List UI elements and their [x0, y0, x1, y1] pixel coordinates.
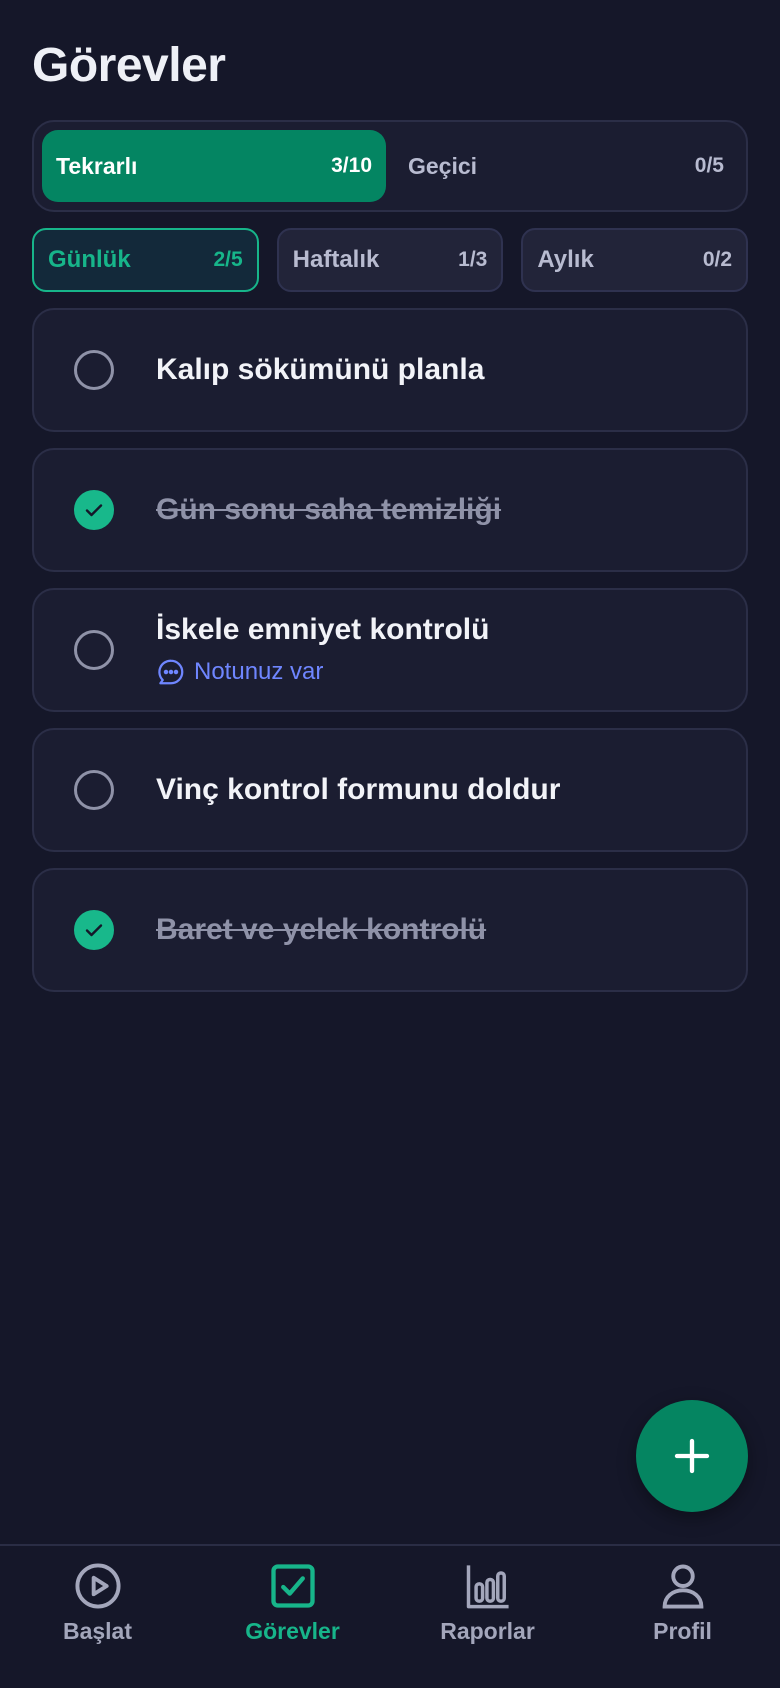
chip-label: Haftalık	[292, 246, 380, 273]
add-task-button[interactable]	[636, 1400, 748, 1512]
task-note-label: Notunuz var	[194, 658, 324, 685]
chip-count: 0/2	[702, 248, 733, 271]
task-title: Vinç kontrol formunu doldur	[156, 773, 561, 806]
chip-count: 2/5	[213, 248, 243, 271]
chip-count: 1/3	[458, 248, 488, 271]
user-icon	[662, 1564, 703, 1609]
bottom-navigation: Başlat Görevler Raporlar Profil	[0, 1544, 780, 1688]
task-title: İskele emniyet kontrolü	[156, 613, 490, 646]
plus-icon	[674, 1438, 710, 1474]
checkbox-unchecked-icon[interactable]	[74, 350, 114, 390]
chip-label: Aylık	[537, 246, 594, 273]
nav-label: Görevler	[245, 1618, 340, 1644]
frequency-filter: Günlük 2/5 Haftalık 1/3 Aylık 0/2	[32, 228, 749, 292]
chip-monthly[interactable]: Aylık 0/2	[521, 228, 749, 292]
checkbox-unchecked-icon[interactable]	[74, 770, 114, 810]
checkbox-unchecked-icon[interactable]	[74, 630, 114, 670]
segment-tab-count: 0/5	[694, 154, 724, 177]
chat-bubble-icon	[158, 659, 184, 685]
play-icon	[74, 1563, 121, 1609]
checkbox-checked-icon[interactable]	[74, 490, 114, 530]
task-note[interactable]: Notunuz var	[156, 657, 726, 687]
checkbox-checked-icon[interactable]	[74, 910, 114, 950]
nav-label: Profil	[653, 1618, 712, 1644]
task-item[interactable]: İskele emniyet kontrolü Notunuz var	[32, 588, 748, 712]
tasks-screen: Görevler Tekrarlı 3/10 Geçici 0/5 Günlük…	[0, 0, 780, 1688]
chip-daily[interactable]: Günlük 2/5	[32, 228, 259, 292]
nav-item-start[interactable]: Başlat	[0, 1546, 195, 1688]
task-type-segmented-control: Tekrarlı 3/10 Geçici 0/5	[32, 120, 748, 212]
bar-chart-icon	[466, 1565, 509, 1609]
nav-item-tasks[interactable]: Görevler	[195, 1546, 390, 1688]
nav-label: Başlat	[62, 1618, 133, 1644]
chip-weekly[interactable]: Haftalık 1/3	[276, 228, 504, 292]
checkbox-icon	[270, 1564, 315, 1608]
nav-label: Raporlar	[440, 1618, 535, 1644]
nav-item-profile[interactable]: Profil	[585, 1546, 780, 1688]
segment-tab-recurring[interactable]: Tekrarlı 3/10	[42, 130, 386, 202]
task-item[interactable]: Baret ve yelek kontrolü	[32, 868, 748, 992]
segment-tab-count: 3/10	[331, 154, 372, 177]
task-item[interactable]: Vinç kontrol formunu doldur	[32, 728, 748, 852]
segment-tab-temporary[interactable]: Geçici 0/5	[394, 130, 738, 202]
segment-tab-label: Tekrarlı	[56, 152, 138, 179]
chip-label: Günlük	[48, 246, 131, 273]
task-item[interactable]: Gün sonu saha temizliği	[32, 448, 748, 572]
task-item[interactable]: Kalıp sökümünü planla	[32, 308, 748, 432]
task-title: Baret ve yelek kontrolü	[156, 913, 487, 946]
page-title: Görevler	[32, 39, 226, 92]
task-title: Gün sonu saha temizliği	[156, 493, 502, 526]
nav-item-reports[interactable]: Raporlar	[390, 1546, 585, 1688]
task-list: Kalıp sökümünü planla Gün sonu saha temi…	[32, 308, 748, 1008]
segment-tab-label: Geçici	[408, 152, 478, 179]
task-title: Kalıp sökümünü planla	[156, 353, 485, 386]
